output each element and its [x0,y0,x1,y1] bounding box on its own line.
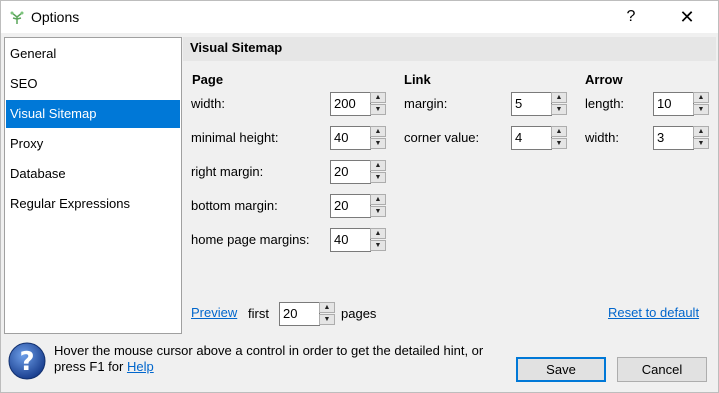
spin-up-icon[interactable]: ▲ [551,126,567,137]
right-margin-spinbox: 20 ▲ ▼ [330,160,388,184]
corner-value-label: corner value: [404,130,480,145]
panel-title: Visual Sitemap [183,37,716,61]
corner-value-input[interactable]: 4 [511,126,552,150]
home-page-margins-label: home page margins: [191,232,310,247]
spin-down-icon[interactable]: ▼ [551,104,567,115]
spin-down-icon[interactable]: ▼ [693,104,709,115]
link-margin-spinbox: 5 ▲ ▼ [511,92,569,116]
right-margin-label: right margin: [191,164,264,179]
spin-down-icon[interactable]: ▼ [370,206,386,217]
visual-sitemap-panel: Visual Sitemap Page width: 200 ▲ ▼ minim… [183,37,716,332]
link-margin-label: margin: [404,96,448,111]
nav-item-seo[interactable]: SEO [6,70,180,98]
arrow-heading: Arrow [585,72,623,87]
arrow-length-input[interactable]: 10 [653,92,694,116]
hint-text: Hover the mouse cursor above a control i… [54,343,504,375]
page-width-label: width: [191,96,225,111]
link-heading: Link [404,72,431,87]
spin-down-icon[interactable]: ▼ [551,138,567,149]
preview-link[interactable]: Preview [191,305,237,320]
app-icon [10,11,24,24]
spin-up-icon[interactable]: ▲ [693,126,709,137]
reset-to-default-link[interactable]: Reset to default [608,305,699,320]
page-width-spinbox: 200 ▲ ▼ [330,92,388,116]
preview-first-label: first [248,306,269,321]
link-margin-input[interactable]: 5 [511,92,552,116]
corner-value-spinbox: 4 ▲ ▼ [511,126,569,150]
arrow-length-label: length: [585,96,625,111]
min-height-label: minimal height: [191,130,279,145]
min-height-spinbox: 40 ▲ ▼ [330,126,388,150]
svg-text:?: ? [19,347,34,377]
spin-down-icon[interactable]: ▼ [370,104,386,115]
spin-down-icon[interactable]: ▼ [370,138,386,149]
options-window: Options ? ✕ General SEO Visual Sitemap P… [0,0,719,393]
spin-up-icon[interactable]: ▲ [693,92,709,103]
window-title: Options [31,9,80,25]
cancel-button[interactable]: Cancel [617,357,707,382]
preview-pages-input[interactable]: 20 [279,302,320,326]
spin-up-icon[interactable]: ▲ [370,126,386,137]
nav-item-regular-expressions[interactable]: Regular Expressions [6,190,180,218]
bottom-margin-spinbox: 20 ▲ ▼ [330,194,388,218]
arrow-length-spinbox: 10 ▲ ▼ [653,92,711,116]
title-bar: Options ? ✕ [1,1,718,33]
spin-up-icon[interactable]: ▲ [370,92,386,103]
nav-item-general[interactable]: General [6,40,180,68]
preview-pages-label: pages [341,306,377,321]
spin-down-icon[interactable]: ▼ [370,240,386,251]
bottom-margin-label: bottom margin: [191,198,278,213]
page-heading: Page [192,72,224,87]
right-margin-input[interactable]: 20 [330,160,371,184]
bottom-margin-input[interactable]: 20 [330,194,371,218]
nav-item-database[interactable]: Database [6,160,180,188]
spin-down-icon[interactable]: ▼ [319,314,335,325]
close-button[interactable]: ✕ [664,1,710,33]
spin-down-icon[interactable]: ▼ [693,138,709,149]
min-height-input[interactable]: 40 [330,126,371,150]
nav-item-visual-sitemap[interactable]: Visual Sitemap [6,100,180,128]
page-width-input[interactable]: 200 [330,92,371,116]
nav-item-proxy[interactable]: Proxy [6,130,180,158]
spin-down-icon[interactable]: ▼ [370,172,386,183]
help-title-button[interactable]: ? [608,1,654,33]
preview-pages-spinbox: 20 ▲ ▼ [279,302,337,326]
home-page-margins-input[interactable]: 40 [330,228,371,252]
arrow-width-input[interactable]: 3 [653,126,694,150]
options-nav-list: General SEO Visual Sitemap Proxy Databas… [4,37,182,334]
spin-up-icon[interactable]: ▲ [319,302,335,313]
arrow-width-label: width: [585,130,619,145]
spin-up-icon[interactable]: ▲ [370,194,386,205]
question-mark-icon: ? [8,342,46,380]
arrow-width-spinbox: 3 ▲ ▼ [653,126,711,150]
spin-up-icon[interactable]: ▲ [551,92,567,103]
spin-up-icon[interactable]: ▲ [370,160,386,171]
spin-up-icon[interactable]: ▲ [370,228,386,239]
hint-message: Hover the mouse cursor above a control i… [54,343,484,374]
save-button[interactable]: Save [516,357,606,382]
home-page-margins-spinbox: 40 ▲ ▼ [330,228,388,252]
help-link[interactable]: Help [127,359,154,374]
